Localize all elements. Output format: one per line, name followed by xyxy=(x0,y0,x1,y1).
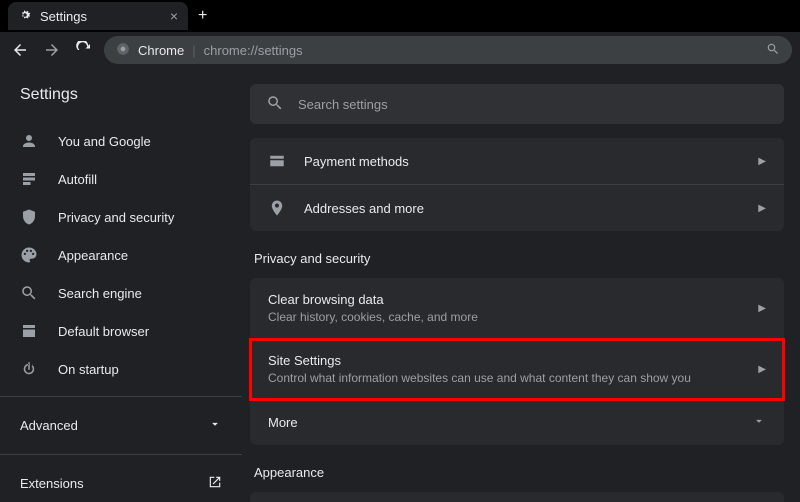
power-icon xyxy=(20,360,38,378)
browser-tab[interactable]: Settings × xyxy=(8,2,188,30)
url-path: chrome://settings xyxy=(204,43,303,58)
divider xyxy=(0,454,242,455)
search-input[interactable] xyxy=(298,97,768,112)
close-icon[interactable]: × xyxy=(170,8,178,24)
row-title: Site Settings xyxy=(268,353,740,368)
advanced-label: Advanced xyxy=(20,418,78,433)
row-title: More xyxy=(268,415,734,430)
extensions-label: Extensions xyxy=(20,476,84,491)
chrome-icon xyxy=(116,42,130,59)
sidebar-item-privacy[interactable]: Privacy and security xyxy=(0,198,242,236)
sidebar-item-label: Privacy and security xyxy=(58,210,174,225)
sidebar-item-default-browser[interactable]: Default browser xyxy=(0,312,242,350)
url-origin: Chrome xyxy=(138,43,184,58)
sidebar-item-autofill[interactable]: Autofill xyxy=(0,160,242,198)
person-icon xyxy=(20,132,38,150)
sidebar-extensions[interactable]: Extensions xyxy=(0,463,242,502)
gear-icon xyxy=(18,8,32,25)
palette-icon xyxy=(20,246,38,264)
appearance-card: Themes Just Black Reset to default Show … xyxy=(250,492,784,502)
sidebar-item-label: Autofill xyxy=(58,172,97,187)
row-themes: Themes Just Black Reset to default xyxy=(250,492,784,502)
search-settings[interactable] xyxy=(250,84,784,124)
chevron-down-icon xyxy=(752,414,766,431)
sidebar-item-label: Default browser xyxy=(58,324,149,339)
sidebar-item-label: You and Google xyxy=(58,134,151,149)
shield-icon xyxy=(20,208,38,226)
sidebar: Settings You and Google Autofill Privacy… xyxy=(0,68,242,502)
chevron-down-icon xyxy=(208,417,222,434)
row-payment-methods[interactable]: Payment methods ▶ xyxy=(250,138,784,185)
new-tab-button[interactable]: + xyxy=(198,7,207,25)
tab-bar: Settings × + xyxy=(0,0,800,32)
autofill-card: Payment methods ▶ Addresses and more ▶ xyxy=(250,138,784,231)
section-title-privacy: Privacy and security xyxy=(250,245,784,278)
reload-button[interactable] xyxy=(72,38,96,62)
row-title: Payment methods xyxy=(304,154,740,169)
search-icon xyxy=(266,94,284,115)
divider xyxy=(0,396,242,397)
url-separator: | xyxy=(192,43,195,58)
sidebar-item-appearance[interactable]: Appearance xyxy=(0,236,242,274)
row-site-settings[interactable]: Site Settings Control what information w… xyxy=(250,339,784,400)
sidebar-item-search-engine[interactable]: Search engine xyxy=(0,274,242,312)
row-more[interactable]: More xyxy=(250,400,784,445)
main-panel: Payment methods ▶ Addresses and more ▶ P… xyxy=(242,68,800,502)
section-title-appearance: Appearance xyxy=(250,459,784,492)
address-bar[interactable]: Chrome | chrome://settings xyxy=(104,36,792,64)
row-clear-browsing-data[interactable]: Clear browsing data Clear history, cooki… xyxy=(250,278,784,339)
back-button[interactable] xyxy=(8,38,32,62)
chevron-right-icon: ▶ xyxy=(758,203,766,214)
row-addresses[interactable]: Addresses and more ▶ xyxy=(250,185,784,231)
row-subtitle: Control what information websites can us… xyxy=(268,371,740,385)
row-subtitle: Clear history, cookies, cache, and more xyxy=(268,310,740,324)
card-icon xyxy=(268,152,286,170)
sidebar-item-you-and-google[interactable]: You and Google xyxy=(0,122,242,160)
tab-title: Settings xyxy=(40,9,87,24)
search-icon[interactable] xyxy=(766,42,780,59)
privacy-card: Clear browsing data Clear history, cooki… xyxy=(250,278,784,445)
row-title: Addresses and more xyxy=(304,201,740,216)
autofill-icon xyxy=(20,170,38,188)
forward-button[interactable] xyxy=(40,38,64,62)
sidebar-item-label: Appearance xyxy=(58,248,128,263)
sidebar-advanced[interactable]: Advanced xyxy=(0,405,242,446)
chevron-right-icon: ▶ xyxy=(758,303,766,314)
chevron-right-icon: ▶ xyxy=(758,364,766,375)
sidebar-title: Settings xyxy=(0,86,242,122)
sidebar-item-on-startup[interactable]: On startup xyxy=(0,350,242,388)
row-title: Clear browsing data xyxy=(268,292,740,307)
sidebar-item-label: Search engine xyxy=(58,286,142,301)
location-icon xyxy=(268,199,286,217)
external-link-icon xyxy=(208,475,222,492)
chevron-right-icon: ▶ xyxy=(758,156,766,167)
search-icon xyxy=(20,284,38,302)
sidebar-item-label: On startup xyxy=(58,362,119,377)
toolbar: Chrome | chrome://settings xyxy=(0,32,800,68)
browser-icon xyxy=(20,322,38,340)
